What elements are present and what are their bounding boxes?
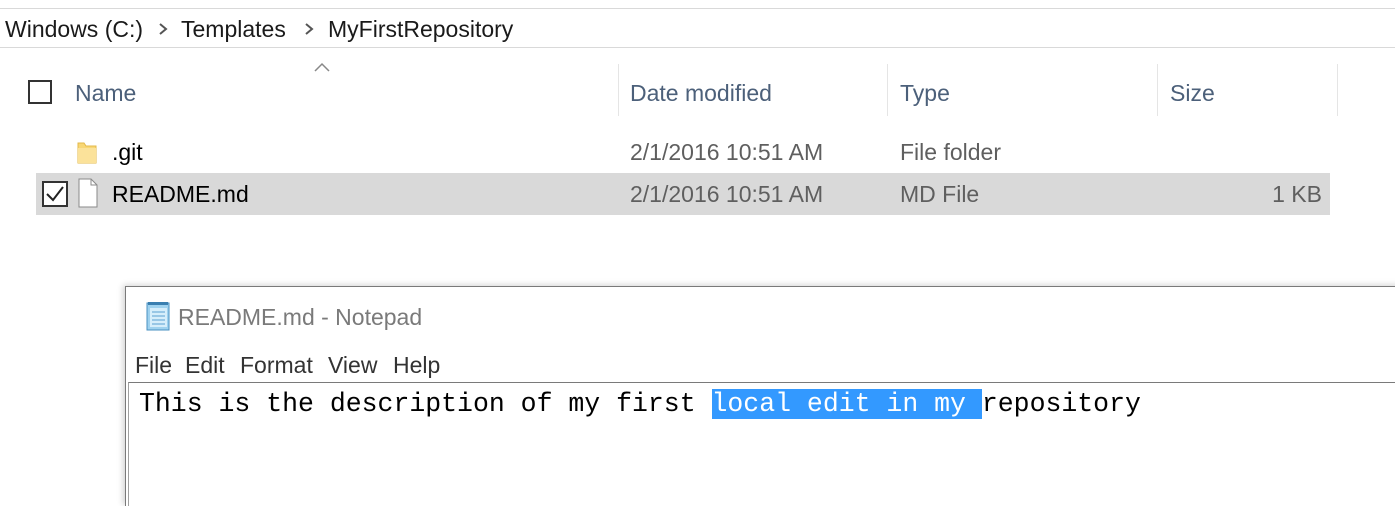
file-name: README.md (112, 181, 249, 207)
file-size: 1 KB (1272, 181, 1322, 207)
checkmark-icon (46, 186, 64, 202)
selected-text: local edit in my (711, 389, 982, 419)
file-name: .git (112, 139, 143, 165)
column-divider[interactable] (618, 64, 619, 116)
menu-edit[interactable]: Edit (185, 352, 225, 378)
menu-file[interactable]: File (135, 352, 172, 378)
sort-ascending-icon (314, 62, 330, 72)
breadcrumb-item-templates[interactable]: Templates (181, 16, 286, 42)
column-date-modified-header[interactable]: Date modified (630, 80, 772, 106)
breadcrumb: Windows (C:) Templates MyFirstRepository (0, 8, 1395, 48)
file-type: MD File (900, 181, 980, 207)
file-row-readme[interactable]: README.md 2/1/2016 10:51 AM MD File 1 KB (36, 173, 1330, 215)
breadcrumb-item-repository[interactable]: MyFirstRepository (328, 16, 513, 42)
breadcrumb-item-drive[interactable]: Windows (C:) (5, 16, 143, 42)
column-type-header[interactable]: Type (900, 80, 950, 106)
column-divider[interactable] (887, 64, 888, 116)
notepad-window[interactable]: README.md - Notepad File Edit Format Vie… (125, 286, 1395, 506)
notepad-text-area[interactable]: This is the description of my first loca… (128, 382, 1395, 506)
chevron-right-icon[interactable] (302, 22, 316, 36)
menu-view[interactable]: View (328, 352, 377, 378)
row-checkbox[interactable] (42, 181, 68, 207)
notepad-app-icon (146, 302, 170, 331)
column-size-header[interactable]: Size (1170, 80, 1215, 106)
folder-icon (77, 142, 97, 164)
document-icon (78, 178, 98, 208)
column-divider[interactable] (1337, 64, 1338, 116)
file-row-git[interactable]: .git 2/1/2016 10:51 AM File folder (36, 131, 1330, 173)
column-name-header[interactable]: Name (75, 80, 136, 106)
file-date-modified: 2/1/2016 10:51 AM (630, 139, 824, 165)
menu-help[interactable]: Help (393, 352, 440, 378)
file-type: File folder (900, 139, 1001, 165)
chevron-right-icon[interactable] (156, 22, 170, 36)
notepad-text: This is the description of my first loca… (139, 389, 1141, 419)
notepad-title: README.md - Notepad (178, 304, 423, 330)
file-date-modified: 2/1/2016 10:51 AM (630, 181, 824, 207)
select-all-checkbox[interactable] (28, 80, 52, 104)
menu-format[interactable]: Format (240, 352, 313, 378)
column-divider[interactable] (1157, 64, 1158, 116)
text-before-selection: This is the description of my first (139, 389, 712, 419)
text-after-selection: repository (981, 389, 1141, 419)
